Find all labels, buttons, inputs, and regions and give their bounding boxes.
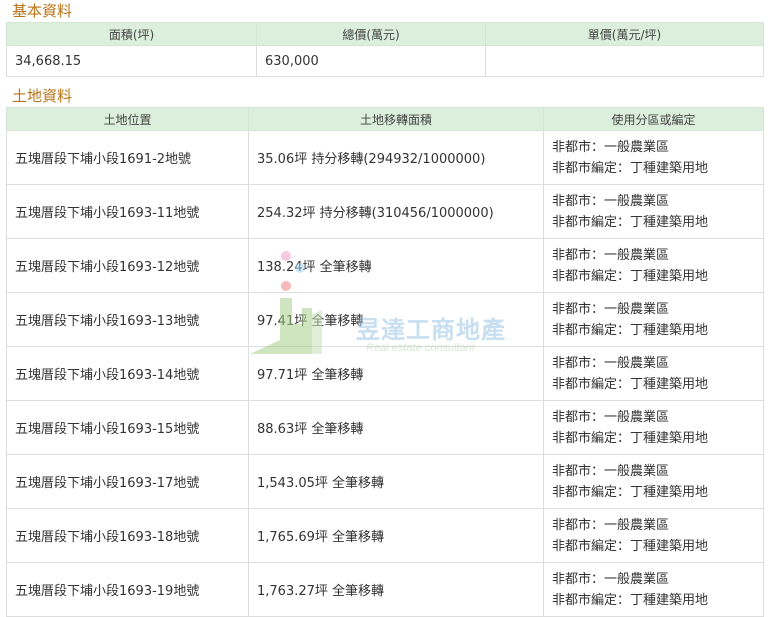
land-zoning: 非都市：一般農業區非都市編定：丁種建築用地 bbox=[543, 508, 764, 563]
land-location: 五塊厝段下埔小段1693-17地號 bbox=[6, 454, 249, 509]
header-total-price: 總價(萬元) bbox=[256, 22, 486, 46]
land-location: 五塊厝段下埔小段1691-2地號 bbox=[6, 130, 249, 185]
header-area: 面積(坪) bbox=[6, 22, 257, 46]
area-value: 34,668.15 bbox=[6, 45, 257, 77]
header-location: 土地位置 bbox=[6, 107, 249, 131]
land-zoning: 非都市：一般農業區非都市編定：丁種建築用地 bbox=[543, 454, 764, 509]
land-area: 1,765.69坪 全筆移轉 bbox=[248, 508, 544, 563]
land-location: 五塊厝段下埔小段1693-14地號 bbox=[6, 346, 249, 401]
table-row: 五塊厝段下埔小段1691-2地號 35.06坪 持分移轉(294932/1000… bbox=[6, 130, 764, 185]
zoning-line: 非都市編定：丁種建築用地 bbox=[552, 592, 709, 608]
zoning-line: 非都市：一般農業區 bbox=[552, 301, 670, 317]
zoning-line: 非都市編定：丁種建築用地 bbox=[552, 376, 709, 392]
total-price-value: 630,000 bbox=[256, 45, 486, 77]
zoning-line: 非都市編定：丁種建築用地 bbox=[552, 322, 709, 338]
table-row: 五塊厝段下埔小段1693-19地號 1,763.27坪 全筆移轉 非都市：一般農… bbox=[6, 562, 764, 617]
zoning-line: 非都市：一般農業區 bbox=[552, 193, 670, 209]
land-section-title: 土地資料 bbox=[12, 87, 73, 105]
table-row: 五塊厝段下埔小段1693-12地號 138.24坪 全筆移轉 非都市：一般農業區… bbox=[6, 238, 764, 293]
land-area: 138.24坪 全筆移轉 bbox=[248, 238, 544, 293]
table-row: 五塊厝段下埔小段1693-18地號 1,765.69坪 全筆移轉 非都市：一般農… bbox=[6, 508, 764, 563]
zoning-line: 非都市編定：丁種建築用地 bbox=[552, 430, 709, 446]
header-zoning: 使用分區或編定 bbox=[543, 107, 764, 131]
land-zoning: 非都市：一般農業區非都市編定：丁種建築用地 bbox=[543, 346, 764, 401]
zoning-line: 非都市編定：丁種建築用地 bbox=[552, 268, 709, 284]
land-area: 254.32坪 持分移轉(310456/1000000) bbox=[248, 184, 544, 239]
land-area: 1,543.05坪 全筆移轉 bbox=[248, 454, 544, 509]
zoning-line: 非都市：一般農業區 bbox=[552, 571, 670, 587]
zoning-line: 非都市：一般農業區 bbox=[552, 463, 670, 479]
land-zoning: 非都市：一般農業區非都市編定：丁種建築用地 bbox=[543, 184, 764, 239]
land-zoning: 非都市：一般農業區非都市編定：丁種建築用地 bbox=[543, 562, 764, 617]
table-row: 五塊厝段下埔小段1693-14地號 97.71坪 全筆移轉 非都市：一般農業區非… bbox=[6, 346, 764, 401]
zoning-line: 非都市編定：丁種建築用地 bbox=[552, 484, 709, 500]
basic-data-row: 34,668.15 630,000 bbox=[6, 45, 764, 77]
zoning-line: 非都市編定：丁種建築用地 bbox=[552, 160, 709, 176]
land-zoning: 非都市：一般農業區非都市編定：丁種建築用地 bbox=[543, 238, 764, 293]
land-location: 五塊厝段下埔小段1693-11地號 bbox=[6, 184, 249, 239]
header-unit-price: 單價(萬元/坪) bbox=[485, 22, 764, 46]
zoning-line: 非都市：一般農業區 bbox=[552, 409, 670, 425]
zoning-line: 非都市：一般農業區 bbox=[552, 517, 670, 533]
unit-price-value bbox=[485, 45, 764, 77]
land-location: 五塊厝段下埔小段1693-19地號 bbox=[6, 562, 249, 617]
land-area: 88.63坪 全筆移轉 bbox=[248, 400, 544, 455]
land-location: 五塊厝段下埔小段1693-13地號 bbox=[6, 292, 249, 347]
land-location: 五塊厝段下埔小段1693-18地號 bbox=[6, 508, 249, 563]
basic-info-table: 面積(坪) 總價(萬元) 單價(萬元/坪) 34,668.15 630,000 bbox=[6, 22, 764, 77]
header-transfer-area: 土地移轉面積 bbox=[248, 107, 544, 131]
land-info-table: 土地位置 土地移轉面積 使用分區或編定 五塊厝段下埔小段1691-2地號 35.… bbox=[6, 107, 764, 617]
table-row: 五塊厝段下埔小段1693-17地號 1,543.05坪 全筆移轉 非都市：一般農… bbox=[6, 454, 764, 509]
zoning-line: 非都市編定：丁種建築用地 bbox=[552, 214, 709, 230]
basic-section-title: 基本資料 bbox=[12, 2, 73, 20]
table-row: 五塊厝段下埔小段1693-13地號 97.41坪 全筆移轉 非都市：一般農業區非… bbox=[6, 292, 764, 347]
zoning-line: 非都市：一般農業區 bbox=[552, 247, 670, 263]
zoning-line: 非都市：一般農業區 bbox=[552, 355, 670, 371]
land-zoning: 非都市：一般農業區非都市編定：丁種建築用地 bbox=[543, 130, 764, 185]
land-location: 五塊厝段下埔小段1693-12地號 bbox=[6, 238, 249, 293]
zoning-line: 非都市：一般農業區 bbox=[552, 139, 670, 155]
table-row: 五塊厝段下埔小段1693-11地號 254.32坪 持分移轉(310456/10… bbox=[6, 184, 764, 239]
land-area: 1,763.27坪 全筆移轉 bbox=[248, 562, 544, 617]
basic-header-row: 面積(坪) 總價(萬元) 單價(萬元/坪) bbox=[6, 22, 764, 46]
land-location: 五塊厝段下埔小段1693-15地號 bbox=[6, 400, 249, 455]
land-zoning: 非都市：一般農業區非都市編定：丁種建築用地 bbox=[543, 400, 764, 455]
land-area: 97.71坪 全筆移轉 bbox=[248, 346, 544, 401]
table-row: 五塊厝段下埔小段1693-15地號 88.63坪 全筆移轉 非都市：一般農業區非… bbox=[6, 400, 764, 455]
land-area: 97.41坪 全筆移轉 bbox=[248, 292, 544, 347]
land-zoning: 非都市：一般農業區非都市編定：丁種建築用地 bbox=[543, 292, 764, 347]
land-area: 35.06坪 持分移轉(294932/1000000) bbox=[248, 130, 544, 185]
land-header-row: 土地位置 土地移轉面積 使用分區或編定 bbox=[6, 107, 764, 131]
zoning-line: 非都市編定：丁種建築用地 bbox=[552, 538, 709, 554]
